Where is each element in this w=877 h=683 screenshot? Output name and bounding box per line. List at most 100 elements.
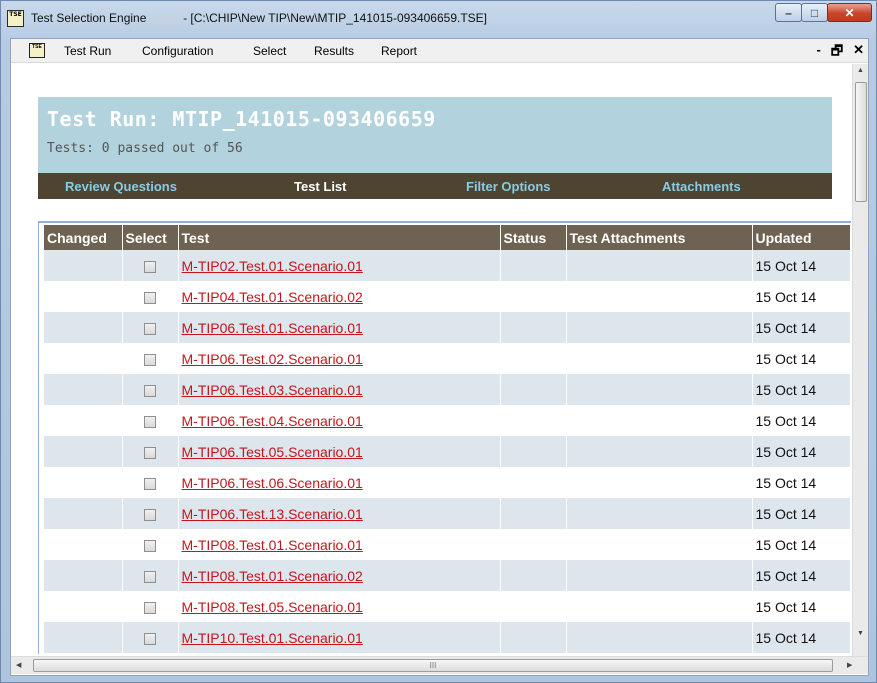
- scroll-right-icon[interactable]: ▶: [847, 661, 852, 669]
- cell-test: M-TIP08.Test.01.Scenario.02: [178, 560, 501, 591]
- test-link[interactable]: M-TIP06.Test.06.Scenario.01: [182, 475, 363, 491]
- select-checkbox[interactable]: [144, 539, 156, 552]
- table-row[interactable]: M-TIP06.Test.03.Scenario.01 15 Oct 14: [44, 374, 851, 405]
- window-controls: – □ ✕: [775, 3, 872, 23]
- table-row[interactable]: M-TIP06.Test.05.Scenario.01 15 Oct 14: [44, 436, 851, 467]
- cell-test-attachments: [566, 281, 753, 312]
- select-checkbox[interactable]: [144, 260, 156, 273]
- test-link[interactable]: M-TIP04.Test.01.Scenario.02: [182, 289, 363, 305]
- app-icon[interactable]: TSE: [7, 10, 24, 27]
- select-checkbox[interactable]: [144, 353, 156, 366]
- menu-bar: TSE Test Run Configuration Select Result…: [11, 39, 868, 63]
- cell-changed: [44, 622, 123, 653]
- cell-updated: 15 Oct 14: [752, 560, 851, 591]
- mdi-close-button[interactable]: ✕: [853, 42, 864, 64]
- select-checkbox[interactable]: [144, 601, 156, 614]
- col-updated[interactable]: Updated: [752, 225, 851, 250]
- table-row[interactable]: M-TIP08.Test.01.Scenario.02 15 Oct 14: [44, 560, 851, 591]
- tab-attachments[interactable]: Attachments: [662, 179, 741, 194]
- select-checkbox[interactable]: [144, 415, 156, 428]
- mdi-controls: - 🗗 ✕: [817, 42, 864, 64]
- close-button[interactable]: ✕: [827, 3, 872, 22]
- cell-status: [500, 250, 567, 281]
- cell-changed: [44, 560, 123, 591]
- mdi-restore-button[interactable]: 🗗: [831, 42, 843, 64]
- tab-test-list[interactable]: Test List: [294, 179, 347, 194]
- menu-test-run[interactable]: Test Run: [64, 44, 111, 58]
- cell-test: M-TIP06.Test.06.Scenario.01: [178, 467, 501, 498]
- select-checkbox[interactable]: [144, 384, 156, 397]
- test-link[interactable]: M-TIP02.Test.01.Scenario.01: [182, 258, 363, 274]
- select-checkbox[interactable]: [144, 508, 156, 521]
- select-checkbox[interactable]: [144, 322, 156, 335]
- menu-results[interactable]: Results: [314, 44, 354, 58]
- maximize-button[interactable]: □: [801, 3, 828, 22]
- title-bar[interactable]: TSE Test Selection Engine - [C:\CHIP\New…: [1, 1, 876, 37]
- table-row[interactable]: M-TIP06.Test.02.Scenario.01 15 Oct 14: [44, 343, 851, 374]
- cell-status: [500, 622, 567, 653]
- test-link[interactable]: M-TIP06.Test.04.Scenario.01: [182, 413, 363, 429]
- table-row[interactable]: M-TIP06.Test.04.Scenario.01 15 Oct 14: [44, 405, 851, 436]
- cell-select: [122, 343, 179, 374]
- test-link[interactable]: M-TIP06.Test.05.Scenario.01: [182, 444, 363, 460]
- col-test-attachments[interactable]: Test Attachments: [566, 225, 753, 250]
- table-row[interactable]: M-TIP08.Test.01.Scenario.01 15 Oct 14: [44, 529, 851, 560]
- test-link[interactable]: M-TIP08.Test.01.Scenario.02: [182, 568, 363, 584]
- redacted-text: [151, 13, 178, 24]
- cell-status: [500, 529, 567, 560]
- table-row[interactable]: M-TIP10.Test.01.Scenario.01 15 Oct 14: [44, 622, 851, 653]
- menu-select[interactable]: Select: [253, 44, 286, 58]
- table-row[interactable]: M-TIP04.Test.01.Scenario.02 15 Oct 14: [44, 281, 851, 312]
- cell-test-attachments: [566, 591, 753, 622]
- test-link[interactable]: M-TIP06.Test.01.Scenario.01: [182, 320, 363, 336]
- select-checkbox[interactable]: [144, 291, 156, 304]
- table-body: M-TIP02.Test.01.Scenario.01 15 Oct 14 M-TI…: [44, 250, 851, 653]
- test-link[interactable]: M-TIP06.Test.02.Scenario.01: [182, 351, 363, 367]
- table-row[interactable]: M-TIP06.Test.06.Scenario.01 15 Oct 14: [44, 467, 851, 498]
- test-link[interactable]: M-TIP06.Test.13.Scenario.01: [182, 506, 363, 522]
- table-row[interactable]: M-TIP06.Test.01.Scenario.01 15 Oct 14: [44, 312, 851, 343]
- page-title: Test Run: MTIP_141015-093406659: [47, 107, 436, 131]
- test-link[interactable]: M-TIP10.Test.01.Scenario.01: [182, 630, 363, 646]
- menu-configuration[interactable]: Configuration: [142, 44, 213, 58]
- table-row[interactable]: M-TIP06.Test.13.Scenario.01 15 Oct 14: [44, 498, 851, 529]
- cell-updated: 15 Oct 14: [752, 250, 851, 281]
- cell-select: [122, 467, 179, 498]
- col-test[interactable]: Test: [178, 225, 501, 250]
- vertical-scroll-thumb[interactable]: [855, 82, 867, 202]
- col-select[interactable]: Select: [122, 225, 179, 250]
- table-header-row: Changed Select Test Status Test Attachme…: [44, 225, 851, 250]
- select-checkbox[interactable]: [144, 446, 156, 459]
- test-link[interactable]: M-TIP08.Test.01.Scenario.01: [182, 537, 363, 553]
- cell-changed: [44, 467, 123, 498]
- cell-status: [500, 498, 567, 529]
- scroll-down-icon[interactable]: ▼: [857, 630, 864, 637]
- close-icon: ✕: [844, 5, 855, 20]
- scroll-left-icon[interactable]: ◀: [16, 661, 21, 669]
- cell-select: [122, 374, 179, 405]
- horizontal-scroll-thumb[interactable]: III: [33, 659, 833, 672]
- vertical-scrollbar[interactable]: ▲ ▼: [852, 64, 868, 657]
- horizontal-scrollbar[interactable]: ◀ III ▶: [11, 656, 868, 674]
- select-checkbox[interactable]: [144, 570, 156, 583]
- col-status[interactable]: Status: [500, 225, 567, 250]
- minimize-button[interactable]: –: [775, 3, 802, 22]
- test-link[interactable]: M-TIP08.Test.05.Scenario.01: [182, 599, 363, 615]
- menu-report[interactable]: Report: [381, 44, 417, 58]
- cell-status: [500, 560, 567, 591]
- col-changed[interactable]: Changed: [44, 225, 123, 250]
- tab-filter-options[interactable]: Filter Options: [466, 179, 551, 194]
- table-row[interactable]: M-TIP02.Test.01.Scenario.01 15 Oct 14: [44, 250, 851, 281]
- scroll-up-icon[interactable]: ▲: [857, 67, 864, 74]
- app-icon-label: TSE: [9, 11, 22, 18]
- select-checkbox[interactable]: [144, 477, 156, 490]
- minimize-icon: –: [785, 5, 792, 20]
- test-link[interactable]: M-TIP06.Test.03.Scenario.01: [182, 382, 363, 398]
- cell-status: [500, 281, 567, 312]
- table-row[interactable]: M-TIP08.Test.05.Scenario.01 15 Oct 14: [44, 591, 851, 622]
- mdi-minimize-button[interactable]: -: [817, 42, 821, 64]
- cell-changed: [44, 436, 123, 467]
- tab-review-questions[interactable]: Review Questions: [65, 179, 177, 194]
- select-checkbox[interactable]: [144, 632, 156, 645]
- document-icon[interactable]: TSE: [29, 43, 45, 58]
